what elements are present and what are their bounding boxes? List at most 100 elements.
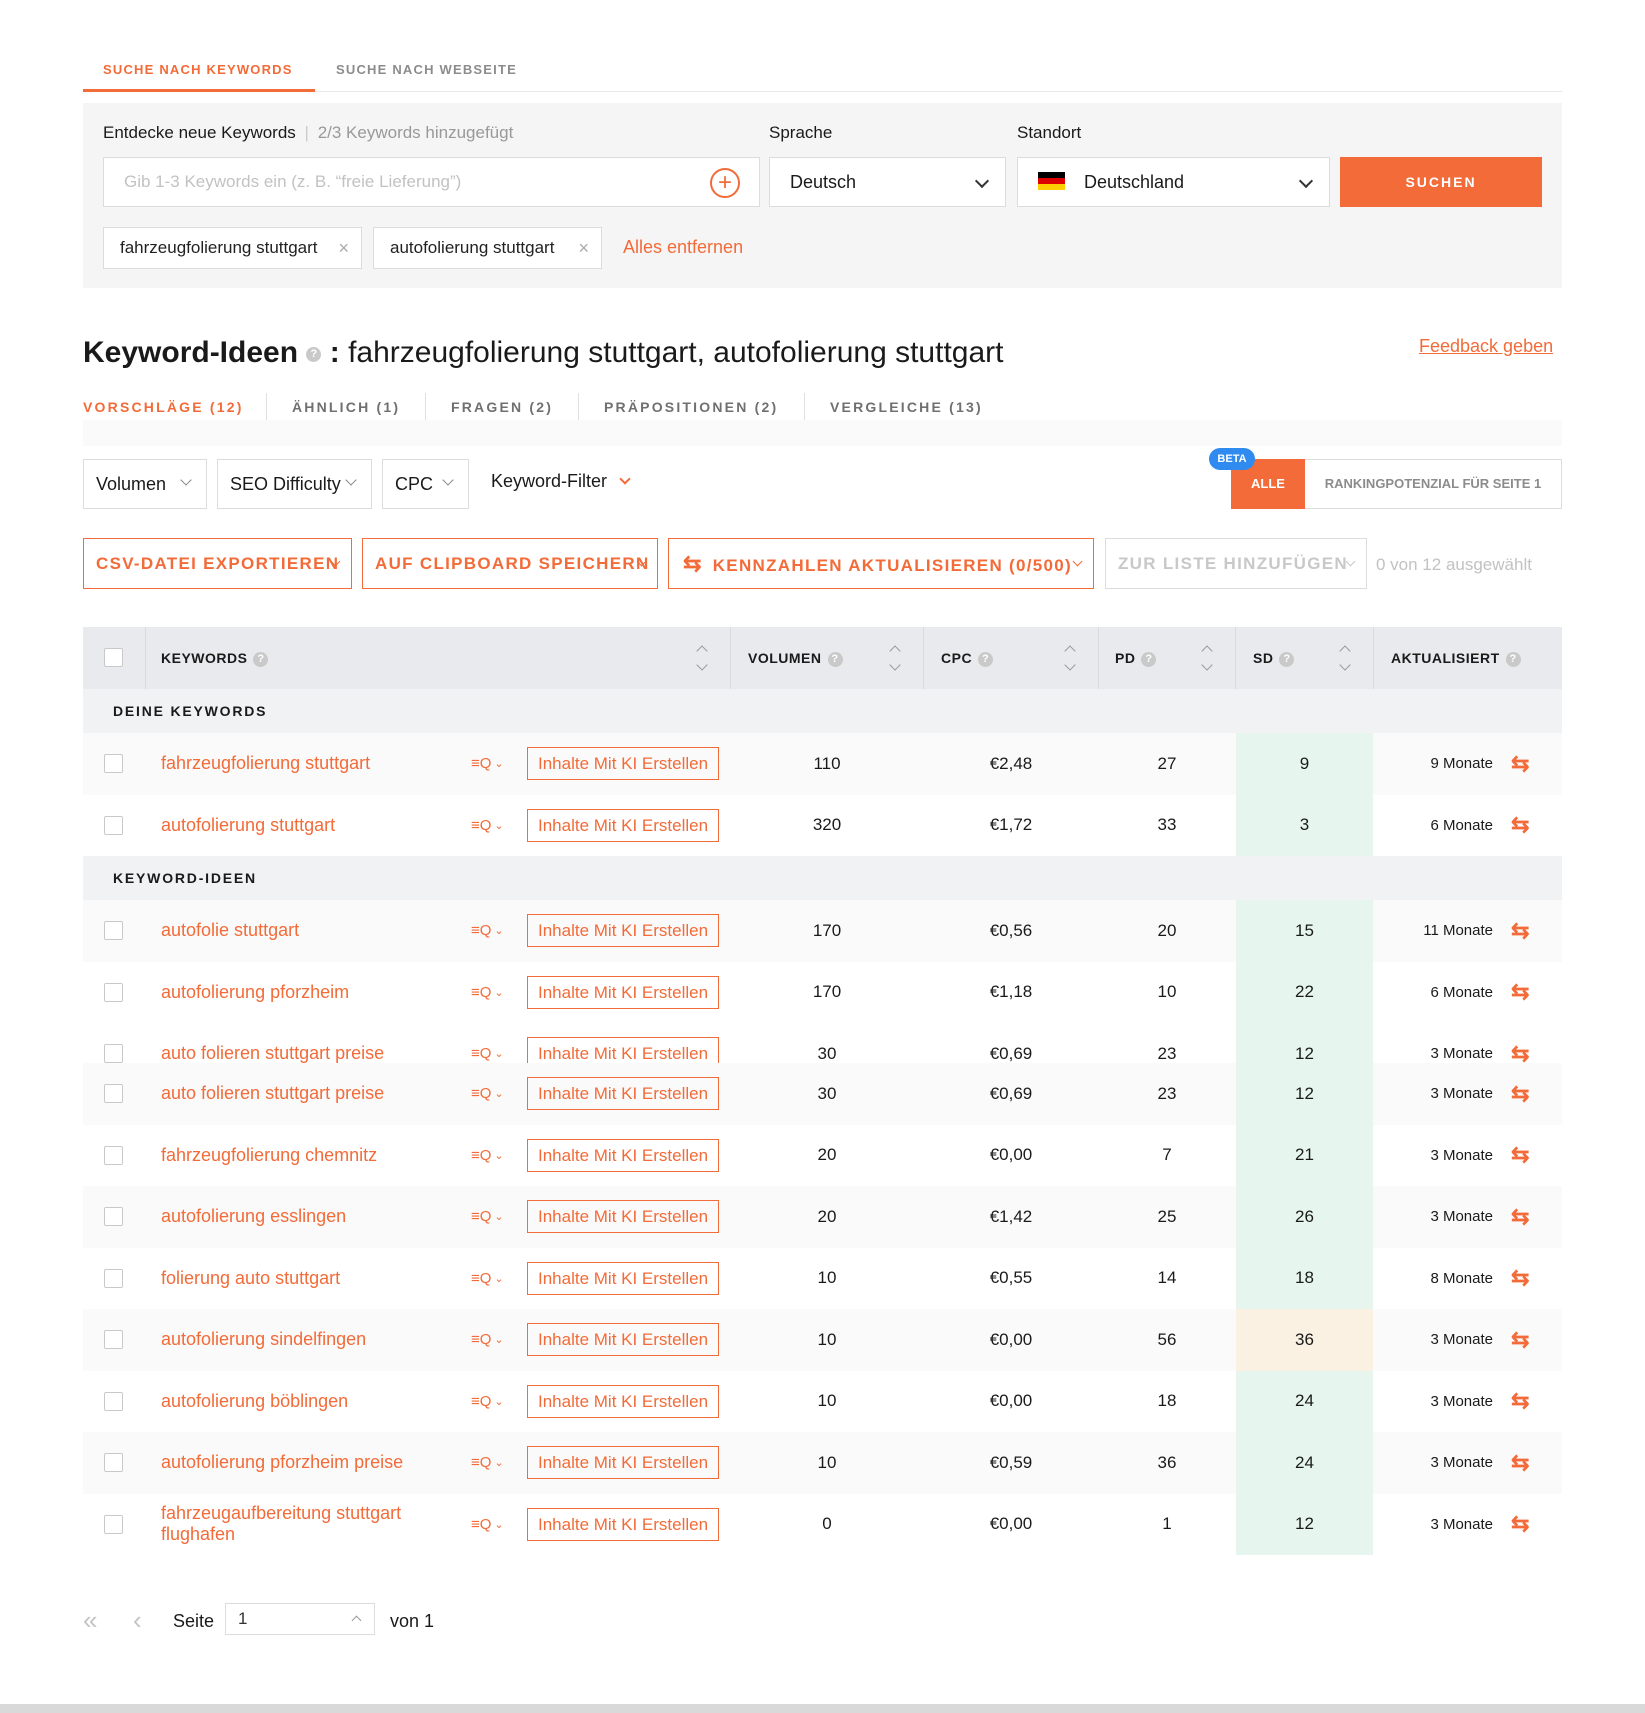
help-icon[interactable]: ? (253, 651, 269, 667)
row-checkbox[interactable] (104, 1207, 123, 1226)
help-icon[interactable]: ? (1279, 651, 1295, 667)
serp-icon[interactable]: ≡Q ⌄ (471, 733, 504, 795)
select-all-checkbox[interactable] (104, 648, 123, 667)
prev-page-icon[interactable]: ‹ (133, 1605, 142, 1636)
cpc-filter[interactable]: CPC (382, 459, 469, 509)
tab-questions[interactable]: FRAGEN (2) (451, 399, 553, 415)
sort-icon[interactable] (1201, 643, 1213, 673)
row-checkbox[interactable] (104, 1514, 123, 1534)
location-select[interactable]: Deutschland (1017, 157, 1330, 207)
serp-icon[interactable]: ≡Q ⌄ (471, 1309, 504, 1371)
row-checkbox[interactable] (104, 1044, 123, 1063)
refresh-icon[interactable]: ⇆ (1511, 1081, 1529, 1107)
clipboard-button[interactable]: AUF CLIPBOARD SPEICHERN (362, 538, 658, 589)
keyword-link[interactable]: autofolierung pforzheim (161, 962, 421, 1024)
ai-content-button[interactable]: Inhalte Mit KI Erstellen (527, 1138, 720, 1172)
ai-content-button[interactable]: Inhalte Mit KI Erstellen (527, 1037, 720, 1063)
refresh-icon[interactable]: ⇆ (1511, 1041, 1529, 1063)
refresh-icon[interactable]: ⇆ (1511, 1142, 1529, 1168)
keyword-filter-dropdown[interactable]: Keyword-Filter (491, 471, 631, 492)
first-page-icon[interactable]: « (83, 1605, 97, 1636)
header-sd[interactable]: SD? (1253, 627, 1295, 689)
serp-icon[interactable]: ≡Q ⌄ (471, 1432, 504, 1494)
add-to-list-button[interactable]: ZUR LISTE HINZUFÜGEN (1105, 538, 1367, 589)
seo-difficulty-filter[interactable]: SEO Difficulty (217, 459, 372, 509)
refresh-metrics-button[interactable]: ⇆ KENNZAHLEN AKTUALISIEREN (0/500) (668, 538, 1094, 589)
keyword-link[interactable]: fahrzeugaufbereitung stuttgart flughafen (161, 1494, 421, 1556)
toggle-ranking-button[interactable]: RANKINGPOTENZIAL FÜR SEITE 1 (1305, 460, 1561, 508)
refresh-icon[interactable]: ⇆ (1511, 918, 1529, 944)
row-checkbox[interactable] (104, 754, 123, 773)
help-icon[interactable]: ? (306, 346, 322, 362)
header-cpc[interactable]: CPC? (941, 627, 994, 689)
header-pd[interactable]: PD? (1115, 627, 1157, 689)
refresh-icon[interactable]: ⇆ (1511, 1265, 1529, 1291)
tab-search-by-keywords[interactable]: SUCHE NACH KEYWORDS (103, 62, 293, 77)
ai-content-button[interactable]: Inhalte Mit KI Erstellen (527, 1323, 720, 1357)
ai-content-button[interactable]: Inhalte Mit KI Erstellen (527, 1446, 720, 1480)
row-checkbox[interactable] (104, 1453, 123, 1472)
keyword-input[interactable] (104, 158, 684, 206)
sort-icon[interactable] (1339, 643, 1351, 673)
keyword-link[interactable]: autofolierung pforzheim preise (161, 1432, 421, 1494)
close-icon[interactable]: × (338, 228, 349, 268)
header-keywords[interactable]: KEYWORDS? (161, 627, 269, 689)
tab-search-by-website[interactable]: SUCHE NACH WEBSEITE (336, 62, 517, 77)
header-volume[interactable]: VOLUMEN? (748, 627, 843, 689)
search-button[interactable]: SUCHEN (1340, 157, 1542, 207)
serp-icon[interactable]: ≡Q ⌄ (471, 1371, 504, 1433)
serp-icon[interactable]: ≡Q ⌄ (471, 900, 504, 962)
help-icon[interactable]: ? (1141, 651, 1157, 667)
volume-filter[interactable]: Volumen (83, 459, 207, 509)
keyword-link[interactable]: auto folieren stuttgart preise (161, 1023, 421, 1063)
row-checkbox[interactable] (104, 1330, 123, 1349)
help-icon[interactable]: ? (827, 651, 843, 667)
refresh-icon[interactable]: ⇆ (1511, 1450, 1529, 1476)
serp-icon[interactable]: ≡Q ⌄ (471, 1063, 504, 1125)
help-icon[interactable]: ? (1505, 651, 1521, 667)
keyword-link[interactable]: autofolierung stuttgart (161, 795, 421, 857)
keyword-link[interactable]: fahrzeugfolierung stuttgart (161, 733, 421, 795)
ai-content-button[interactable]: Inhalte Mit KI Erstellen (527, 1261, 720, 1295)
keyword-link[interactable]: autofolierung böblingen (161, 1371, 421, 1433)
language-select[interactable]: Deutsch (769, 157, 1006, 207)
ai-content-button[interactable]: Inhalte Mit KI Erstellen (527, 1077, 720, 1111)
sort-icon[interactable] (696, 643, 708, 673)
refresh-icon[interactable]: ⇆ (1511, 1388, 1529, 1414)
row-checkbox[interactable] (104, 1268, 123, 1288)
refresh-icon[interactable]: ⇆ (1511, 751, 1529, 777)
tab-similar[interactable]: ÄHNLICH (1) (292, 399, 400, 415)
serp-icon[interactable]: ≡Q ⌄ (471, 795, 504, 857)
ai-content-button[interactable]: Inhalte Mit KI Erstellen (527, 1384, 720, 1418)
row-checkbox[interactable] (104, 921, 123, 940)
refresh-icon[interactable]: ⇆ (1511, 1204, 1529, 1230)
page-input[interactable]: 1 (225, 1603, 375, 1635)
close-icon[interactable]: × (578, 228, 589, 268)
header-updated[interactable]: AKTUALISIERT? (1391, 627, 1521, 689)
keyword-link[interactable]: autofolierung esslingen (161, 1186, 421, 1248)
serp-icon[interactable]: ≡Q ⌄ (471, 1186, 504, 1248)
keyword-link[interactable]: fahrzeugfolierung chemnitz (161, 1125, 421, 1187)
row-checkbox[interactable] (104, 1145, 123, 1165)
feedback-link[interactable]: Feedback geben (1419, 336, 1553, 357)
row-checkbox[interactable] (104, 1391, 123, 1411)
refresh-icon[interactable]: ⇆ (1511, 1511, 1529, 1537)
row-checkbox[interactable] (104, 1084, 123, 1103)
refresh-icon[interactable]: ⇆ (1511, 812, 1529, 838)
ai-content-button[interactable]: Inhalte Mit KI Erstellen (527, 1507, 720, 1541)
serp-icon[interactable]: ≡Q ⌄ (471, 1023, 504, 1063)
row-checkbox[interactable] (104, 815, 123, 835)
ai-content-button[interactable]: Inhalte Mit KI Erstellen (527, 914, 720, 948)
remove-all-link[interactable]: Alles entfernen (623, 237, 743, 258)
refresh-icon[interactable]: ⇆ (1511, 1327, 1529, 1353)
plus-circle-icon[interactable]: + (710, 168, 740, 198)
keyword-link[interactable]: autofolierung sindelfingen (161, 1309, 421, 1371)
ai-content-button[interactable]: Inhalte Mit KI Erstellen (527, 808, 720, 842)
serp-icon[interactable]: ≡Q ⌄ (471, 1125, 504, 1187)
export-csv-button[interactable]: CSV-DATEI EXPORTIEREN (83, 538, 352, 589)
sort-icon[interactable] (889, 643, 901, 673)
tab-suggestions[interactable]: VORSCHLÄGE (12) (83, 399, 244, 415)
serp-icon[interactable]: ≡Q ⌄ (471, 1494, 504, 1556)
keyword-link[interactable]: folierung auto stuttgart (161, 1248, 421, 1310)
sort-icon[interactable] (1064, 643, 1076, 673)
